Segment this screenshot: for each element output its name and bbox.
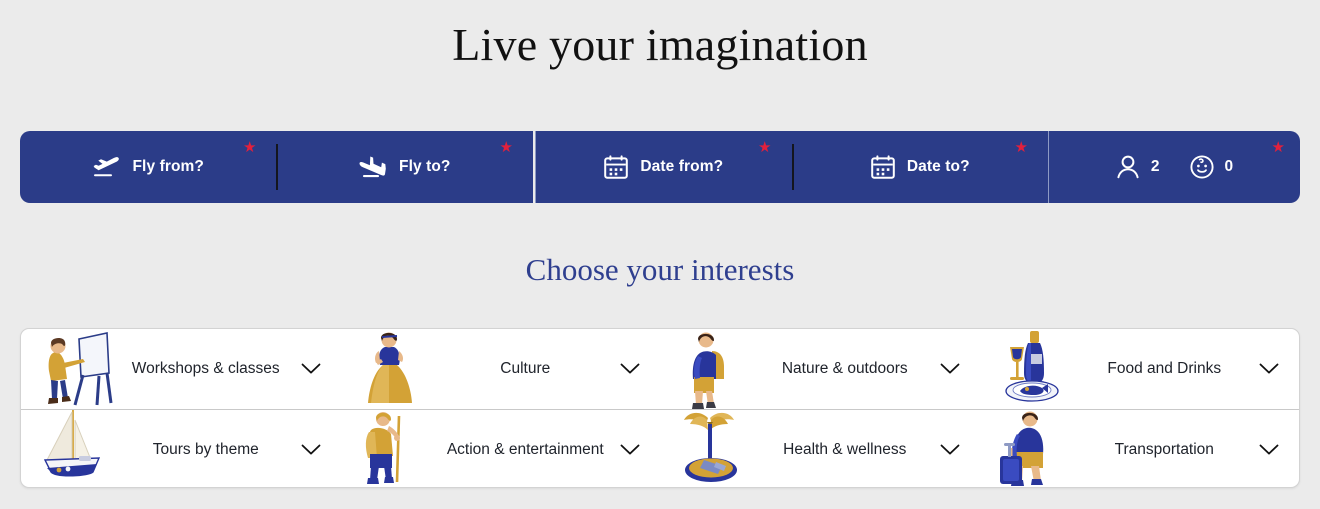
required-marker: ★ — [758, 139, 772, 156]
baby-face-icon — [1189, 154, 1215, 180]
interest-food-and-drinks[interactable]: Food and Drinks — [980, 329, 1300, 409]
search-bar: Fly from? ★ Fly to? ★ Date from? ★ Date … — [20, 131, 1300, 203]
field-fly-to-label: Fly to? — [399, 158, 451, 175]
interest-label: Culture — [500, 360, 551, 377]
search-group-origin-destination: Fly from? ★ Fly to? ★ — [20, 131, 533, 203]
person-icon — [1115, 154, 1141, 180]
interest-nature-outdoors[interactable]: Nature & outdoors — [660, 329, 980, 409]
required-marker: ★ — [1271, 139, 1285, 156]
plane-takeoff-icon — [92, 155, 121, 179]
chevron-down-icon[interactable] — [1257, 357, 1281, 381]
interest-action-entertainment[interactable]: Action & entertainment — [341, 410, 661, 487]
search-group-passengers: 2 0 ★ — [1048, 131, 1300, 203]
palm-island-illustration — [678, 410, 752, 487]
field-date-to[interactable]: Date to? ★ — [792, 131, 1049, 203]
chevron-down-icon[interactable] — [299, 438, 323, 462]
trekker-pole-illustration — [359, 410, 433, 487]
interests-row: Tours by theme Action & entertainment He… — [21, 409, 1300, 487]
wine-dinner-illustration — [998, 329, 1072, 409]
interest-label: Tours by theme — [152, 441, 259, 458]
interests-heading: Choose your interests — [525, 252, 795, 287]
field-passengers[interactable]: 2 0 ★ — [1048, 131, 1300, 203]
calendar-icon — [870, 154, 896, 180]
adults-count: 2 — [1150, 158, 1160, 175]
chevron-down-icon[interactable] — [618, 438, 642, 462]
interest-label: Health & wellness — [783, 441, 907, 458]
chevron-down-icon[interactable] — [938, 438, 962, 462]
interest-label: Transportation — [1114, 441, 1214, 458]
field-date-from-label: Date from? — [640, 158, 724, 175]
children-count: 0 — [1224, 158, 1234, 175]
hiker-backpack-illustration — [678, 329, 752, 409]
chevron-down-icon[interactable] — [938, 357, 962, 381]
chevron-down-icon[interactable] — [1257, 438, 1281, 462]
field-date-from[interactable]: Date from? ★ — [535, 131, 792, 203]
field-date-to-label: Date to? — [906, 158, 970, 175]
interest-culture[interactable]: Culture — [341, 329, 661, 409]
travel-search-page: Live your imagination Fly from? ★ Fly to… — [0, 0, 1320, 509]
interest-label: Food and Drinks — [1107, 360, 1222, 377]
search-group-dates: Date from? ★ Date to? ★ — [535, 131, 1048, 203]
required-marker: ★ — [243, 139, 257, 156]
field-fly-from[interactable]: Fly from? ★ — [20, 131, 277, 203]
children-selector[interactable]: 0 — [1189, 154, 1234, 180]
field-fly-from-label: Fly from? — [132, 158, 204, 175]
interest-workshops-classes[interactable]: Workshops & classes — [21, 329, 341, 409]
interest-tours-by-theme[interactable]: Tours by theme — [21, 410, 341, 487]
chevron-down-icon[interactable] — [618, 357, 642, 381]
interests-row: Workshops & classes Culture Nature & out… — [21, 329, 1299, 409]
traveler-suitcase-illustration — [998, 410, 1072, 487]
easel-presenter-illustration — [39, 329, 113, 409]
sailboat-illustration — [39, 410, 113, 487]
adults-selector[interactable]: 2 — [1115, 154, 1160, 180]
interest-label: Action & entertainment — [446, 441, 604, 458]
interest-health-wellness[interactable]: Health & wellness — [660, 410, 980, 487]
interests-card: Workshops & classes Culture Nature & out… — [20, 328, 1300, 488]
required-marker: ★ — [1014, 139, 1028, 156]
required-marker: ★ — [499, 139, 513, 156]
interest-transportation[interactable]: Transportation — [980, 410, 1300, 487]
chevron-down-icon[interactable] — [299, 357, 323, 381]
calendar-icon — [603, 154, 629, 180]
woman-gown-illustration — [359, 329, 433, 409]
page-title: Live your imagination — [452, 19, 868, 70]
field-fly-to[interactable]: Fly to? ★ — [277, 131, 534, 203]
plane-landing-icon — [359, 155, 388, 179]
interest-label: Workshops & classes — [131, 360, 280, 377]
interest-label: Nature & outdoors — [781, 360, 908, 377]
